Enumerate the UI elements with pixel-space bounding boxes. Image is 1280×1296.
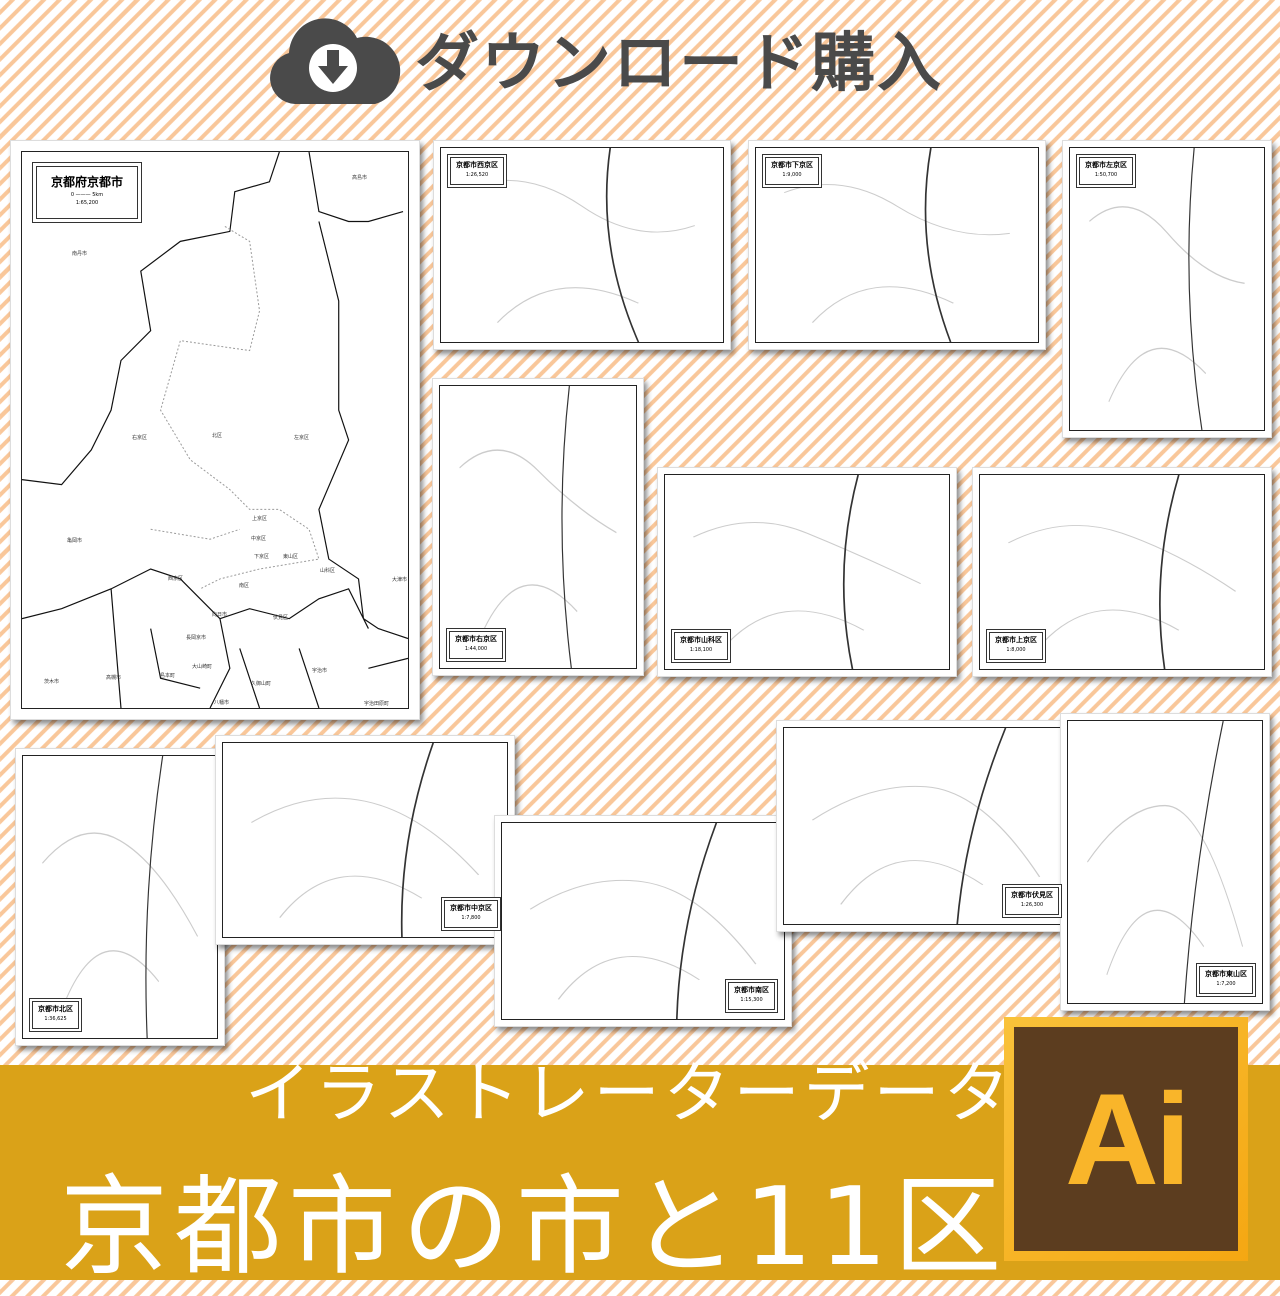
- place-label: 下京区: [254, 554, 270, 560]
- district-scale: 1:7,800: [461, 915, 481, 921]
- district-title: 京都市西京区: [456, 161, 498, 169]
- district-title: 京都市伏見区: [1011, 891, 1053, 899]
- district-title: 京都市下京区: [771, 161, 813, 169]
- place-label: 大津市: [392, 577, 408, 583]
- place-label: 上京区: [252, 516, 268, 522]
- place-label: 西京区: [168, 576, 184, 582]
- district-title-box: 京都市北区 1:36,625: [29, 998, 82, 1032]
- main-map-title: 京都府京都市: [51, 175, 124, 189]
- district-scale: 1:15,300: [740, 997, 763, 1003]
- district-title-box: 京都市上京区 1:8,000: [986, 629, 1046, 663]
- district-map-sheet: 京都市伏見区 1:26,300: [776, 720, 1076, 932]
- place-label: 北区: [212, 433, 223, 439]
- place-label: 南区: [239, 583, 250, 589]
- place-label: 中京区: [251, 536, 267, 542]
- district-boundary-lines: [42, 756, 198, 1038]
- district-title-box: 京都市右京区 1:44,000: [446, 628, 506, 662]
- main-map-lines: [22, 152, 408, 708]
- district-boundary-lines: [1089, 148, 1245, 430]
- place-label: 亀岡市: [67, 538, 83, 544]
- place-label: 宇治田原町: [364, 701, 390, 707]
- district-title: 京都市東山区: [1205, 970, 1247, 978]
- ai-logo-text: Ai: [1014, 1027, 1238, 1251]
- place-label: 大山崎町: [192, 664, 213, 670]
- district-title-box: 京都市中京区 1:7,800: [441, 897, 501, 931]
- district-scale: 1:18,100: [689, 647, 713, 653]
- place-label: 右京区: [132, 435, 148, 441]
- district-map-sheet: 京都市右京区 1:44,000: [432, 378, 644, 676]
- district-title-box: 京都市南区 1:15,300: [725, 979, 778, 1013]
- main-map-scale: 1:65,200: [75, 200, 99, 206]
- place-label: 向日市: [212, 612, 228, 618]
- place-label: 高島市: [352, 175, 368, 181]
- illustrator-logo: Ai: [1004, 1017, 1248, 1261]
- district-scale: 1:8,000: [1006, 647, 1026, 653]
- main-map-sheet: 京都府京都市 0 ——— 5km 1:65,200 南丹市 高島市右京区 北区 左京区…: [10, 140, 420, 720]
- district-scale: 1:36,625: [44, 1016, 67, 1022]
- district-map-sheet: 京都市東山区 1:7,200: [1060, 713, 1270, 1011]
- district-title: 京都市北区: [38, 1005, 73, 1013]
- banner-title: 京都市の市と11区: [60, 1165, 1008, 1290]
- place-label: 茨木市: [44, 679, 60, 685]
- district-boundary-lines: [459, 386, 617, 668]
- district-scale: 1:7,200: [1216, 981, 1236, 987]
- district-title-box: 京都市下京区 1:9,000: [762, 154, 822, 188]
- district-title: 京都市山科区: [680, 636, 722, 644]
- place-label: 左京区: [294, 435, 310, 441]
- district-scale: 1:26,520: [465, 172, 489, 178]
- place-label: 宇治市: [312, 668, 328, 674]
- district-title-box: 京都市伏見区 1:26,300: [1002, 884, 1062, 918]
- place-label: 伏見区: [273, 615, 289, 621]
- place-label: 山科区: [320, 568, 336, 574]
- scale-start: 0: [70, 192, 75, 198]
- district-scale: 1:9,000: [782, 172, 802, 178]
- banner-subtitle: イラストレーターデータ: [245, 1055, 1014, 1132]
- place-label: 東山区: [283, 554, 299, 560]
- header-title: ダウンロード購入: [415, 27, 943, 101]
- district-scale: 1:44,000: [464, 646, 488, 652]
- cloud-download-icon: [270, 18, 401, 104]
- district-title-box: 京都市左京区 1:50,700: [1076, 154, 1136, 188]
- district-title-box: 京都市西京区 1:26,520: [447, 154, 507, 188]
- district-scale: 1:50,700: [1094, 172, 1118, 178]
- scale-end: 5km: [92, 192, 104, 198]
- district-map-sheet: 京都市北区 1:36,625: [15, 748, 225, 1046]
- place-label: 長岡京市: [186, 635, 207, 641]
- district-scale: 1:26,300: [1020, 902, 1044, 908]
- district-map-sheet: 京都市上京区 1:8,000: [972, 467, 1272, 677]
- district-title: 京都市中京区: [450, 904, 492, 912]
- district-map-sheet: 京都市左京区 1:50,700: [1062, 140, 1272, 438]
- district-title: 京都市右京区: [455, 635, 497, 643]
- district-title: 京都市左京区: [1085, 161, 1127, 169]
- district-map-sheet: 京都市中京区 1:7,800: [215, 735, 515, 945]
- district-title-box: 京都市山科区 1:18,100: [671, 629, 731, 663]
- main-map-title-box: 京都府京都市 0 ——— 5km 1:65,200: [32, 162, 143, 223]
- district-map-sheet: 京都市山科区 1:18,100: [657, 467, 957, 677]
- district-title: 京都市上京区: [995, 636, 1037, 644]
- district-title: 京都市南区: [734, 986, 769, 994]
- header[interactable]: ダウンロード購入: [265, 8, 943, 108]
- place-label: 南丹市: [72, 251, 88, 257]
- district-map-sheet: 京都市南区 1:15,300: [494, 815, 792, 1027]
- place-label: 久御山町: [251, 681, 272, 687]
- place-label: 高槻市: [106, 675, 122, 681]
- district-title-box: 京都市東山区 1:7,200: [1196, 963, 1256, 997]
- place-label: 島本町: [160, 673, 176, 679]
- district-map-sheet: 京都市下京区 1:9,000: [748, 140, 1046, 350]
- place-label: 八幡市: [214, 700, 230, 706]
- district-boundary-lines: [1087, 721, 1244, 1003]
- district-map-sheet: 京都市西京区 1:26,520: [433, 140, 731, 350]
